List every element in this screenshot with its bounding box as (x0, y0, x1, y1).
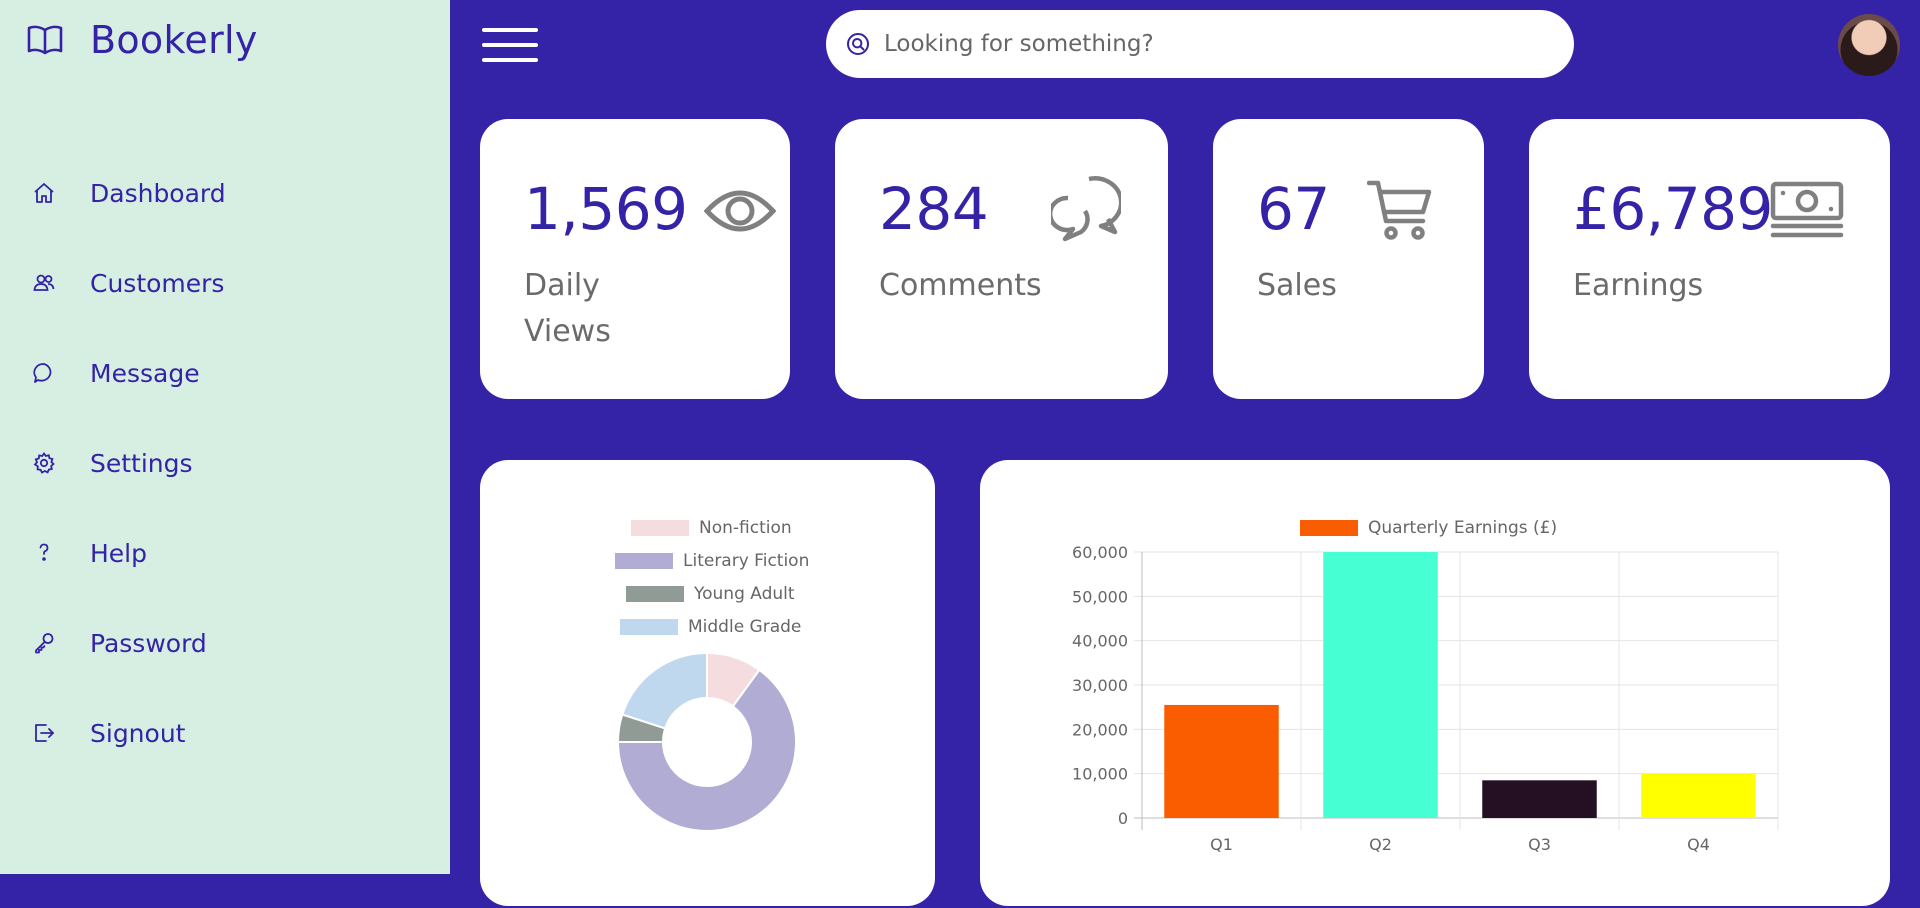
gear-icon (32, 451, 56, 475)
comments-icon (1051, 175, 1121, 245)
search-icon (844, 30, 872, 58)
sidebar-item-label: Help (90, 538, 147, 568)
y-tick-label: 30,000 (1072, 676, 1128, 695)
users-icon (32, 271, 56, 295)
sidebar-item-password[interactable]: Password (0, 598, 450, 688)
y-tick-label: 40,000 (1072, 632, 1128, 651)
search-bar[interactable] (826, 10, 1574, 78)
search-input[interactable] (884, 31, 1544, 57)
sidebar-nav: Dashboard Customers Message Settings Hel… (0, 148, 450, 778)
bar-chart: 0 10,000 20,000 30,000 40,000 50,000 60,000 Q1 Q… (1072, 543, 1779, 854)
sidebar-item-settings[interactable]: Settings (0, 418, 450, 508)
stat-value: £6,789 (1573, 175, 1773, 243)
sidebar-item-label: Dashboard (90, 178, 226, 208)
home-icon (32, 181, 56, 205)
menu-icon-line (482, 43, 538, 47)
sidebar-item-label: Settings (90, 448, 193, 478)
doughnut-slice-3[interactable] (621, 651, 708, 730)
x-tick-label: Q4 (1687, 835, 1710, 854)
question-icon (32, 541, 56, 565)
bar-q1[interactable] (1164, 704, 1279, 818)
avatar[interactable] (1838, 14, 1900, 76)
y-tick-label: 50,000 (1072, 587, 1128, 606)
brand[interactable]: Bookerly (26, 18, 258, 62)
book-open-icon (26, 21, 64, 59)
sidebar: Bookerly Dashboard Customers Message Set… (0, 0, 450, 874)
stat-label-line: Daily (524, 268, 600, 303)
sidebar-item-label: Signout (90, 718, 186, 748)
bar-q2[interactable] (1323, 552, 1438, 818)
stat-value: 284 (879, 175, 989, 243)
money-icon (1770, 181, 1844, 239)
x-tick-label: Q1 (1210, 835, 1233, 854)
hamburger-menu-button[interactable] (482, 28, 538, 62)
stat-label: Sales (1257, 268, 1337, 303)
stat-card-earnings: £6,789 Earnings (1529, 119, 1890, 399)
key-icon (32, 631, 56, 655)
stat-value: 1,569 (524, 175, 688, 243)
sidebar-item-label: Message (90, 358, 200, 388)
signout-icon (32, 721, 56, 745)
bar-q3[interactable] (1482, 780, 1597, 818)
earnings-bar-panel: Quarterly Earnings (£) 0 10,000 20,000 30,0… (980, 460, 1890, 906)
stat-card-comments: 284 Comments (835, 119, 1168, 399)
y-tick-label: 60,000 (1072, 543, 1128, 562)
stat-value: 67 (1257, 175, 1330, 243)
menu-icon-line (482, 28, 538, 32)
sidebar-item-label: Customers (90, 268, 225, 298)
y-tick-label: 20,000 (1072, 720, 1128, 739)
x-tick-label: Q2 (1369, 835, 1392, 854)
stat-label: Daily Views (524, 263, 611, 355)
stat-label-line: Views (524, 314, 611, 349)
eye-icon (704, 183, 776, 239)
stat-label: Earnings (1573, 268, 1704, 303)
menu-icon-line (482, 58, 538, 62)
stat-card-daily-views: 1,569 Daily Views (480, 119, 790, 399)
sidebar-item-signout[interactable]: Signout (0, 688, 450, 778)
bar-q4[interactable] (1641, 773, 1756, 818)
x-tick-label: Q3 (1528, 835, 1551, 854)
sidebar-item-label: Password (90, 628, 207, 658)
chat-icon (32, 361, 56, 385)
sidebar-item-message[interactable]: Message (0, 328, 450, 418)
brand-title: Bookerly (90, 18, 258, 62)
stat-label: Comments (879, 268, 1042, 303)
stat-card-sales: 67 Sales (1213, 119, 1484, 399)
y-tick-label: 0 (1118, 809, 1128, 828)
genre-doughnut-panel: Non-fiction Literary Fiction Young Adult… (480, 460, 935, 906)
cart-icon (1367, 179, 1433, 241)
sidebar-item-customers[interactable]: Customers (0, 238, 450, 328)
y-tick-label: 10,000 (1072, 765, 1128, 784)
doughnut-chart (616, 651, 797, 832)
sidebar-item-help[interactable]: Help (0, 508, 450, 598)
sidebar-item-dashboard[interactable]: Dashboard (0, 148, 450, 238)
